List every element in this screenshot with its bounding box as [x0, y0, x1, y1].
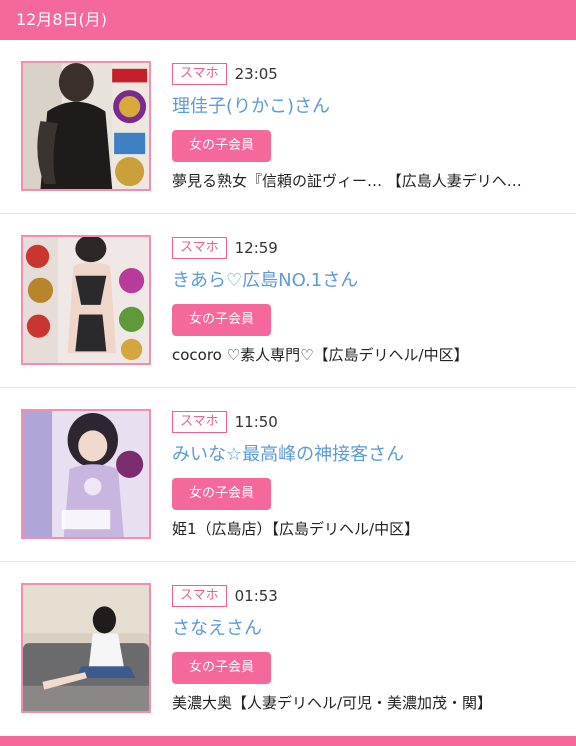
post-meta: スマホ 11:50 [172, 410, 278, 434]
profile-thumbnail[interactable] [21, 61, 151, 191]
girl-name-link[interactable]: みいな☆最高峰の神接客さん [172, 440, 404, 466]
post-meta: スマホ 23:05 [172, 62, 278, 86]
girl-name-link[interactable]: さなえさん [172, 614, 262, 640]
shop-name-link[interactable]: cocoro ♡素人専門♡【広島デリヘル/中区】 [172, 344, 560, 365]
post-meta: スマホ 01:53 [172, 584, 278, 608]
feed-item[interactable]: スマホ 12:59 きあら♡広島NO.1さん 女の子会員 cocoro ♡素人専… [0, 214, 576, 388]
feed-item[interactable]: スマホ 01:53 さなえさん 女の子会員 美濃大奥【人妻デリヘル/可児・美濃加… [0, 562, 576, 736]
device-badge: スマホ [172, 585, 227, 607]
shop-name-link[interactable]: 美濃大奥【人妻デリヘル/可児・美濃加茂・関】 [172, 692, 560, 713]
profile-thumbnail[interactable] [21, 583, 151, 713]
diary-feed: スマホ 23:05 理佳子(りかこ)さん 女の子会員 夢見る熟女『信頼の証ヴィー… [0, 40, 576, 736]
member-badge: 女の子会員 [172, 478, 271, 510]
device-badge: スマホ [172, 411, 227, 433]
member-badge: 女の子会員 [172, 130, 271, 162]
date-label: 12月8日(月) [16, 10, 108, 29]
post-time: 01:53 [234, 587, 278, 605]
girl-name-link[interactable]: 理佳子(りかこ)さん [172, 92, 330, 118]
bottom-accent-bar [0, 736, 576, 746]
post-time: 12:59 [234, 239, 278, 257]
member-badge: 女の子会員 [172, 652, 271, 684]
device-badge: スマホ [172, 63, 227, 85]
date-header: 12月8日(月) [0, 0, 576, 40]
feed-item[interactable]: スマホ 23:05 理佳子(りかこ)さん 女の子会員 夢見る熟女『信頼の証ヴィー… [0, 40, 576, 214]
post-time: 11:50 [234, 413, 278, 431]
device-badge: スマホ [172, 237, 227, 259]
profile-thumbnail[interactable] [21, 409, 151, 539]
shop-name-link[interactable]: 夢見る熟女『信頼の証ヴィー… 【広島人妻デリヘ… [172, 170, 560, 191]
girl-name-link[interactable]: きあら♡広島NO.1さん [172, 266, 358, 292]
member-badge: 女の子会員 [172, 304, 271, 336]
feed-item[interactable]: スマホ 11:50 みいな☆最高峰の神接客さん 女の子会員 姫1（広島店）【広島… [0, 388, 576, 562]
post-meta: スマホ 12:59 [172, 236, 278, 260]
post-time: 23:05 [234, 65, 278, 83]
shop-name-link[interactable]: 姫1（広島店）【広島デリヘル/中区】 [172, 518, 560, 539]
profile-thumbnail[interactable] [21, 235, 151, 365]
